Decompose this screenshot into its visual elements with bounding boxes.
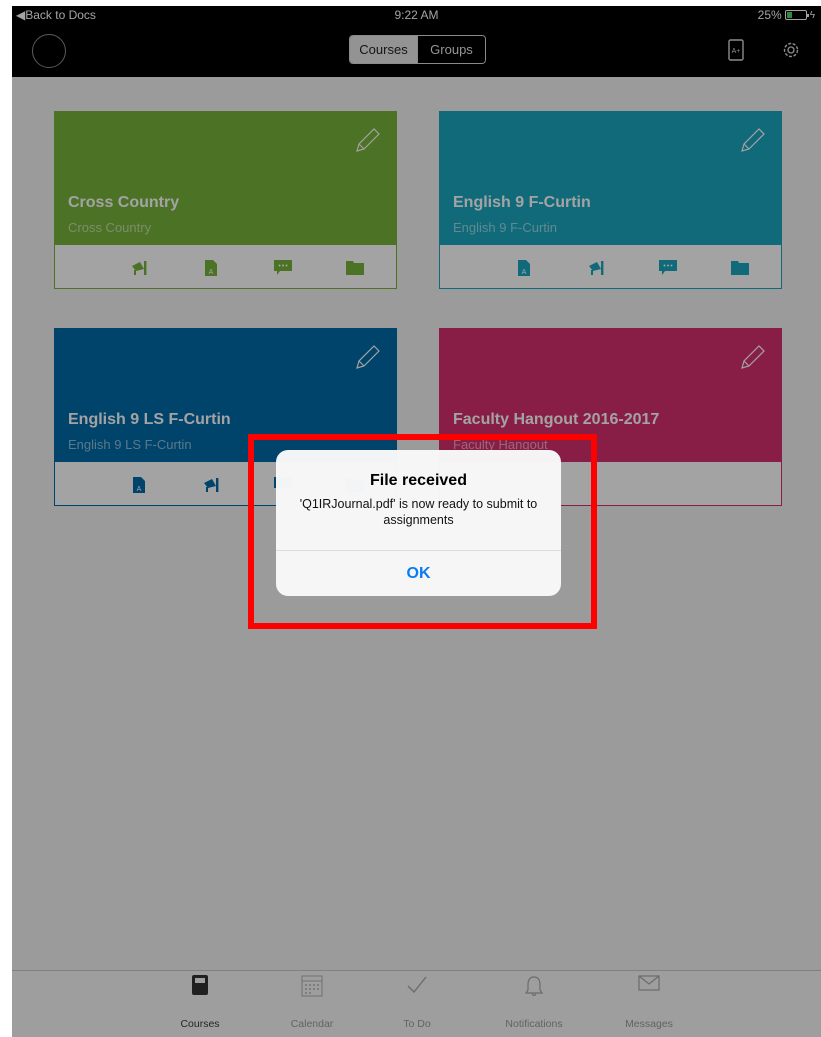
app-screen: ◀Back to Docs 9:22 AM 25% ϟ Courses Grou… xyxy=(12,6,821,1037)
highlight-box xyxy=(248,434,597,629)
